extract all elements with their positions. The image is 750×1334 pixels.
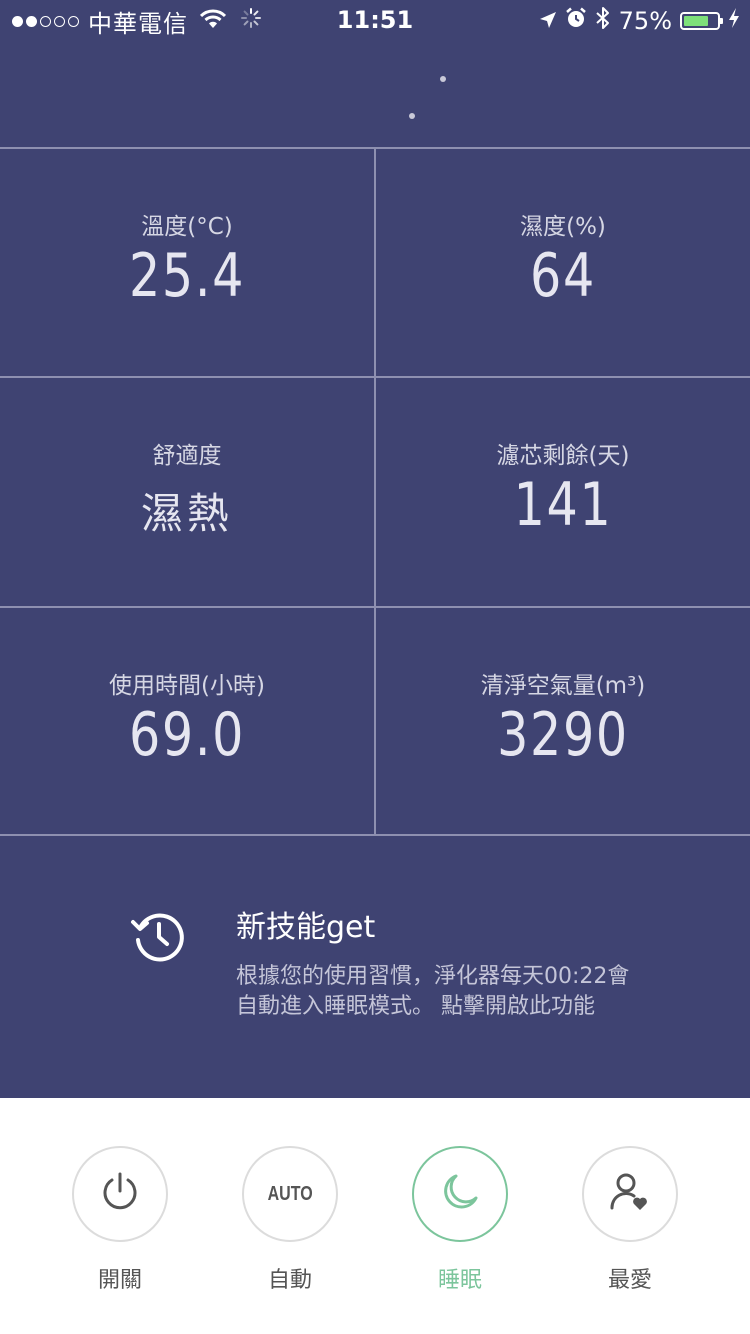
- stat-label: 濾芯剩餘(天): [496, 443, 630, 469]
- stat-value: 25.4: [128, 241, 246, 311]
- stat-filter-remaining: 濾芯剩餘(天) 141: [376, 378, 750, 607]
- moon-icon: [438, 1170, 482, 1218]
- alarm-icon: [565, 7, 587, 35]
- mode-bar: 開關 AUTO 自動 睡眠 最愛: [0, 1098, 750, 1334]
- stat-label: 溫度(°C): [141, 214, 233, 240]
- status-bar: 中華電信 11:51 75%: [0, 0, 750, 40]
- stat-comfort: 舒適度 濕熱: [0, 378, 374, 607]
- battery-fill: [684, 16, 708, 26]
- favorite-button-circle[interactable]: [582, 1146, 678, 1242]
- auto-button-circle[interactable]: AUTO: [242, 1146, 338, 1242]
- stat-label: 濕度(%): [520, 214, 606, 240]
- stat-value: 3290: [497, 700, 629, 770]
- loading-dot: [409, 113, 415, 119]
- stat-label: 清淨空氣量(m³): [480, 673, 646, 699]
- auto-button[interactable]: AUTO 自動: [240, 1146, 340, 1316]
- battery-cap: [720, 18, 723, 24]
- stat-temperature: 溫度(°C) 25.4: [0, 149, 374, 378]
- mode-label: 自動: [267, 1268, 312, 1293]
- stat-clean-air: 清淨空氣量(m³) 3290: [376, 608, 750, 837]
- auto-icon-text: AUTO: [267, 1182, 313, 1205]
- charging-bolt-icon: [728, 7, 740, 35]
- power-icon: [98, 1170, 142, 1218]
- stat-label: 使用時間(小時): [109, 673, 265, 699]
- device-panel: 中華電信 11:51 75% 溫度(°C) 25.4 濕度(%) 64 舒適度 …: [0, 0, 750, 1098]
- stat-value: 64: [530, 241, 596, 311]
- user-heart-icon: [608, 1170, 652, 1218]
- skill-description-line: 根據您的使用習慣，淨化器每天00:22會: [236, 964, 630, 989]
- stats-grid: 溫度(°C) 25.4 濕度(%) 64 舒適度 濕熱 濾芯剩餘(天) 141 …: [0, 147, 750, 836]
- power-button-circle[interactable]: [72, 1146, 168, 1242]
- mode-label: 開關: [97, 1268, 142, 1293]
- stat-label: 舒適度: [152, 443, 222, 469]
- sleep-button-circle[interactable]: [412, 1146, 508, 1242]
- new-skill-banner[interactable]: 新技能get 根據您的使用習慣，淨化器每天00:22會 自動進入睡眠模式。 點擊…: [0, 838, 750, 1098]
- history-icon: [130, 908, 186, 964]
- loading-dot: [440, 76, 446, 82]
- location-arrow-icon: [539, 7, 557, 35]
- skill-description: 根據您的使用習慣，淨化器每天00:22會 自動進入睡眠模式。 點擊開啟此功能: [236, 962, 716, 1022]
- stat-value: 69.0: [128, 700, 246, 770]
- favorite-button[interactable]: 最愛: [580, 1146, 680, 1316]
- stat-usage-time: 使用時間(小時) 69.0: [0, 608, 374, 837]
- skill-title: 新技能get: [236, 910, 376, 945]
- stat-value: 141: [513, 470, 613, 540]
- bluetooth-icon: [595, 6, 611, 36]
- mode-label: 睡眠: [437, 1268, 482, 1293]
- status-right: 75%: [531, 6, 740, 36]
- battery-icon: [680, 12, 723, 30]
- battery-percent: 75%: [618, 7, 672, 35]
- power-button[interactable]: 開關: [70, 1146, 170, 1316]
- skill-description-line: 自動進入睡眠模式。 點擊開啟此功能: [236, 994, 595, 1019]
- mode-label: 最愛: [607, 1268, 652, 1293]
- stat-humidity: 濕度(%) 64: [376, 149, 750, 378]
- sleep-button[interactable]: 睡眠: [410, 1146, 510, 1316]
- stat-value: 濕熱: [140, 489, 233, 538]
